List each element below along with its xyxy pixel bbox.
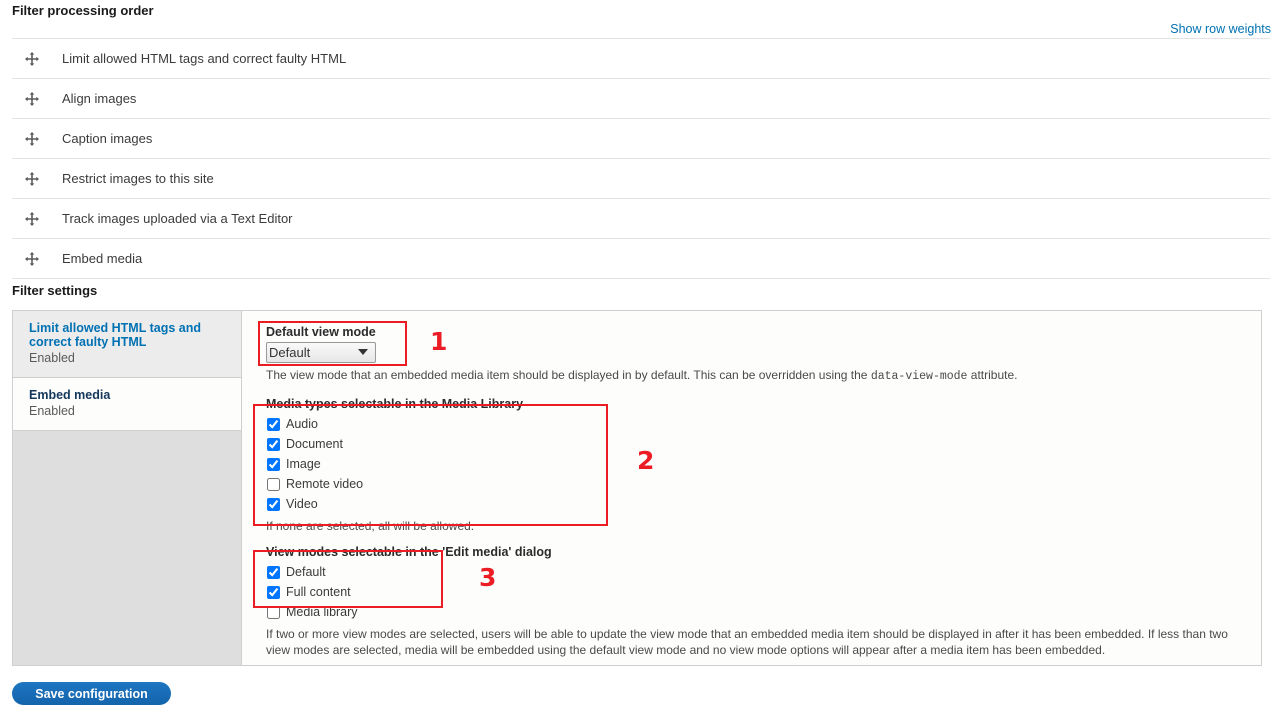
vertical-tabs-list: Limit allowed HTML tags and correct faul… xyxy=(13,311,242,665)
media-type-row: Remote video xyxy=(266,474,1243,494)
filter-name-cell: Track images uploaded via a Text Editor xyxy=(62,211,293,226)
drag-handle-cell xyxy=(12,39,62,79)
default-view-mode-select-wrap: DefaultFull contentMedia library xyxy=(266,342,376,363)
media-type-checkbox[interactable] xyxy=(267,457,280,471)
view-mode-checkbox[interactable] xyxy=(267,605,280,619)
drag-handle-icon[interactable] xyxy=(24,131,40,147)
vertical-tab-limit-allowed-html[interactable]: Limit allowed HTML tags and correct faul… xyxy=(13,311,241,378)
media-types-form-item: Media types selectable in the Media Libr… xyxy=(266,397,1243,534)
filter-order-row[interactable]: Track images uploaded via a Text Editor xyxy=(12,199,1270,239)
media-type-row: Document xyxy=(266,434,1243,454)
media-types-label: Media types selectable in the Media Libr… xyxy=(266,397,524,411)
media-type-checkbox[interactable] xyxy=(267,417,280,431)
save-configuration-button[interactable]: Save configuration xyxy=(12,682,171,705)
view-modes-checkbox-group: Default Full content Media library xyxy=(266,562,1243,622)
vertical-tab-summary: Enabled xyxy=(29,351,75,365)
filter-name-cell: Align images xyxy=(62,91,137,106)
filter-order-row[interactable]: Align images xyxy=(12,79,1270,119)
media-type-row: Video xyxy=(266,494,1243,514)
drag-handle-cell xyxy=(12,79,62,119)
view-mode-label[interactable]: Full content xyxy=(286,585,351,599)
view-modes-description: If two or more view modes are selected, … xyxy=(266,627,1228,657)
media-types-checkbox-group: Audio Document Image Remote video Video xyxy=(266,414,1243,514)
filter-name-cell: Caption images xyxy=(62,131,153,146)
filter-settings-heading: Filter settings xyxy=(12,283,98,298)
filter-order-row[interactable]: Embed media xyxy=(12,239,1270,279)
drag-handle-cell xyxy=(12,199,62,239)
media-types-description: If none are selected, all will be allowe… xyxy=(266,519,475,533)
drag-handle-icon[interactable] xyxy=(24,251,40,267)
media-type-label[interactable]: Audio xyxy=(286,417,318,431)
media-type-checkbox[interactable] xyxy=(267,477,280,491)
vertical-tab-title: Limit allowed HTML tags and correct faul… xyxy=(29,321,202,349)
drag-handle-cell xyxy=(12,239,62,279)
filter-processing-order-heading: Filter processing order xyxy=(12,3,154,18)
default-view-mode-description: The view mode that an embedded media ite… xyxy=(266,367,1243,385)
view-mode-checkbox[interactable] xyxy=(267,585,280,599)
drag-handle-icon[interactable] xyxy=(24,171,40,187)
drag-handle-icon[interactable] xyxy=(24,51,40,67)
filter-name-cell: Limit allowed HTML tags and correct faul… xyxy=(62,51,347,66)
vertical-tab-title: Embed media xyxy=(29,388,111,402)
view-modes-label: View modes selectable in the 'Edit media… xyxy=(266,545,552,559)
drag-handle-cell xyxy=(12,119,62,159)
view-mode-row: Media library xyxy=(266,602,1243,622)
media-type-checkbox[interactable] xyxy=(267,437,280,451)
media-type-label[interactable]: Video xyxy=(286,497,318,511)
filter-order-row[interactable]: Restrict images to this site xyxy=(12,159,1270,199)
view-mode-checkbox[interactable] xyxy=(267,565,280,579)
drag-handle-icon[interactable] xyxy=(24,91,40,107)
drag-handle-icon[interactable] xyxy=(24,211,40,227)
vertical-tab-embed-media[interactable]: Embed media Enabled xyxy=(13,378,241,431)
view-mode-row: Default xyxy=(266,562,1243,582)
view-mode-label[interactable]: Default xyxy=(286,565,326,579)
description-text-after: attribute. xyxy=(967,368,1018,382)
default-view-mode-form-item: Default view mode DefaultFull contentMed… xyxy=(266,325,1243,385)
filter-name-cell: Embed media xyxy=(62,251,143,266)
vertical-tab-summary: Enabled xyxy=(29,404,75,418)
filter-order-row[interactable]: Caption images xyxy=(12,119,1270,159)
filter-order-table: Limit allowed HTML tags and correct faul… xyxy=(12,38,1270,279)
default-view-mode-select[interactable]: DefaultFull contentMedia library xyxy=(266,342,376,363)
embed-media-settings-pane: Default view mode Default Full content Med… xyxy=(242,311,1261,665)
view-modes-form-item: View modes selectable in the 'Edit media… xyxy=(266,545,1243,658)
media-type-row: Audio xyxy=(266,414,1243,434)
data-view-mode-code: data-view-mode xyxy=(870,370,968,383)
media-type-checkbox[interactable] xyxy=(267,497,280,511)
default-view-mode-label: Default view mode xyxy=(266,325,376,339)
view-mode-label[interactable]: Media library xyxy=(286,605,358,619)
filter-settings-panel: Limit allowed HTML tags and correct faul… xyxy=(12,310,1262,666)
show-row-weights-link[interactable]: Show row weights xyxy=(1170,22,1271,36)
filter-order-row[interactable]: Limit allowed HTML tags and correct faul… xyxy=(12,38,1270,79)
description-text-before: The view mode that an embedded media ite… xyxy=(266,368,871,382)
media-type-label[interactable]: Image xyxy=(286,457,321,471)
drag-handle-cell xyxy=(12,159,62,199)
media-type-label[interactable]: Remote video xyxy=(286,477,363,491)
view-mode-row: Full content xyxy=(266,582,1243,602)
filter-name-cell: Restrict images to this site xyxy=(62,171,214,186)
media-type-label[interactable]: Document xyxy=(286,437,343,451)
media-type-row: Image xyxy=(266,454,1243,474)
